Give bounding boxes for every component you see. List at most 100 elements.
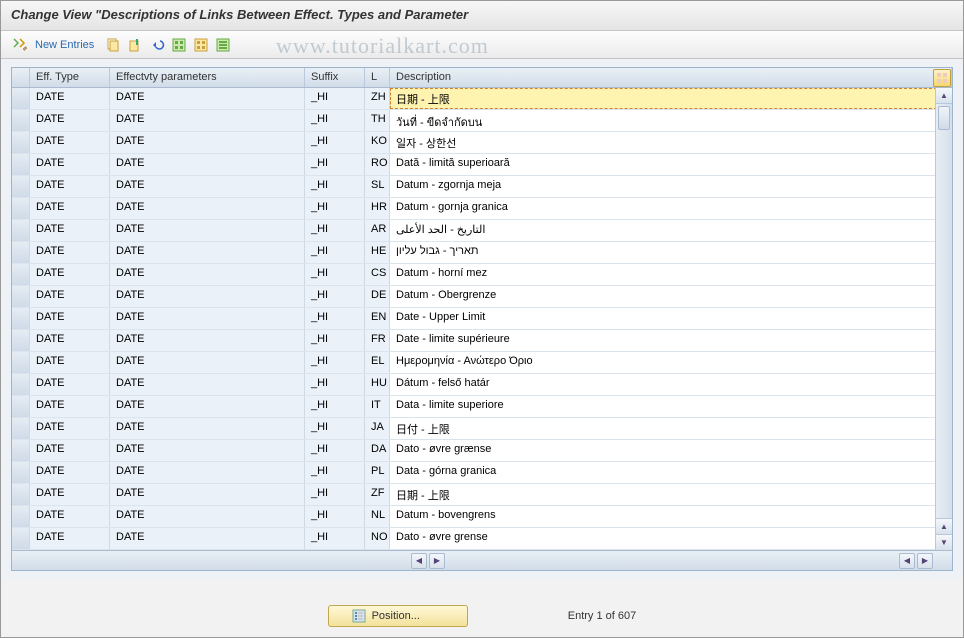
cell-description[interactable]: 日付 - 上限 [390, 418, 952, 439]
row-selector[interactable] [12, 352, 30, 373]
col-header-lang[interactable]: L [365, 68, 390, 87]
cell-suffix[interactable]: _HI [305, 220, 365, 241]
cell-eff-type[interactable]: DATE [30, 286, 110, 307]
copy-icon[interactable] [104, 36, 122, 54]
cell-eff-params[interactable]: DATE [110, 506, 305, 527]
scroll-thumb[interactable] [938, 106, 950, 130]
cell-eff-type[interactable]: DATE [30, 462, 110, 483]
cell-eff-type[interactable]: DATE [30, 352, 110, 373]
row-selector[interactable] [12, 396, 30, 417]
cell-eff-params[interactable]: DATE [110, 330, 305, 351]
cell-eff-type[interactable]: DATE [30, 220, 110, 241]
cell-description[interactable]: Datum - gornja granica [390, 198, 952, 219]
row-selector[interactable] [12, 440, 30, 461]
hscroll-first-icon[interactable]: ◀ [411, 553, 427, 569]
hscroll-prev-icon[interactable]: ▶ [429, 553, 445, 569]
cell-suffix[interactable]: _HI [305, 132, 365, 153]
cell-lang[interactable]: DA [365, 440, 390, 461]
cell-suffix[interactable]: _HI [305, 176, 365, 197]
cell-suffix[interactable]: _HI [305, 506, 365, 527]
cell-suffix[interactable]: _HI [305, 110, 365, 131]
cell-eff-type[interactable]: DATE [30, 110, 110, 131]
undo-icon[interactable] [148, 36, 166, 54]
row-selector[interactable] [12, 132, 30, 153]
cell-lang[interactable]: JA [365, 418, 390, 439]
cell-lang[interactable]: KO [365, 132, 390, 153]
row-selector[interactable] [12, 154, 30, 175]
cell-eff-params[interactable]: DATE [110, 396, 305, 417]
row-selector[interactable] [12, 198, 30, 219]
cell-eff-params[interactable]: DATE [110, 484, 305, 505]
cell-suffix[interactable]: _HI [305, 330, 365, 351]
cell-suffix[interactable]: _HI [305, 418, 365, 439]
cell-eff-type[interactable]: DATE [30, 506, 110, 527]
cell-lang[interactable]: ZH [365, 88, 390, 109]
cell-lang[interactable]: TH [365, 110, 390, 131]
row-selector[interactable] [12, 286, 30, 307]
cell-eff-type[interactable]: DATE [30, 88, 110, 109]
cell-suffix[interactable]: _HI [305, 242, 365, 263]
cell-suffix[interactable]: _HI [305, 462, 365, 483]
cell-eff-type[interactable]: DATE [30, 132, 110, 153]
cell-lang[interactable]: PL [365, 462, 390, 483]
cell-eff-params[interactable]: DATE [110, 88, 305, 109]
row-selector[interactable] [12, 264, 30, 285]
cell-eff-params[interactable]: DATE [110, 154, 305, 175]
cell-lang[interactable]: EL [365, 352, 390, 373]
col-header-eff-params[interactable]: Effectvty parameters [110, 68, 305, 87]
cell-eff-params[interactable]: DATE [110, 132, 305, 153]
row-selector[interactable] [12, 484, 30, 505]
cell-eff-type[interactable]: DATE [30, 440, 110, 461]
cell-description[interactable]: Dátum - felső határ [390, 374, 952, 395]
cell-description[interactable]: Data - limite superiore [390, 396, 952, 417]
deselect-all-icon[interactable] [192, 36, 210, 54]
col-header-suffix[interactable]: Suffix [305, 68, 365, 87]
select-all-icon[interactable] [170, 36, 188, 54]
col-header-eff-type[interactable]: Eff. Type [30, 68, 110, 87]
cell-eff-params[interactable]: DATE [110, 418, 305, 439]
cell-eff-type[interactable]: DATE [30, 242, 110, 263]
row-selector[interactable] [12, 506, 30, 527]
cell-suffix[interactable]: _HI [305, 528, 365, 549]
cell-description[interactable]: Data - górna granica [390, 462, 952, 483]
toggle-display-icon[interactable] [11, 36, 29, 54]
cell-lang[interactable]: EN [365, 308, 390, 329]
row-selector[interactable] [12, 220, 30, 241]
cell-suffix[interactable]: _HI [305, 286, 365, 307]
cell-lang[interactable]: DE [365, 286, 390, 307]
cell-eff-params[interactable]: DATE [110, 286, 305, 307]
row-selector[interactable] [12, 462, 30, 483]
cell-description[interactable]: วันที่ - ขีดจำกัดบน [390, 110, 952, 131]
cell-lang[interactable]: HU [365, 374, 390, 395]
scroll-up-icon[interactable]: ▲ [936, 88, 952, 104]
cell-description[interactable]: التاريخ - الحد الأعلى [390, 220, 952, 241]
cell-lang[interactable]: AR [365, 220, 390, 241]
cell-lang[interactable]: IT [365, 396, 390, 417]
cell-lang[interactable]: CS [365, 264, 390, 285]
row-selector[interactable] [12, 418, 30, 439]
cell-eff-type[interactable]: DATE [30, 396, 110, 417]
cell-eff-type[interactable]: DATE [30, 176, 110, 197]
cell-eff-type[interactable]: DATE [30, 330, 110, 351]
scroll-up2-icon[interactable]: ▲ [936, 518, 952, 534]
cell-lang[interactable]: NL [365, 506, 390, 527]
cell-description[interactable]: Ημερομηνία - Ανώτερο Όριο [390, 352, 952, 373]
cell-eff-type[interactable]: DATE [30, 154, 110, 175]
cell-eff-type[interactable]: DATE [30, 198, 110, 219]
cell-suffix[interactable]: _HI [305, 440, 365, 461]
row-selector[interactable] [12, 88, 30, 109]
cell-suffix[interactable]: _HI [305, 88, 365, 109]
cell-description[interactable]: Date - Upper Limit [390, 308, 952, 329]
cell-lang[interactable]: HR [365, 198, 390, 219]
print-icon[interactable] [214, 36, 232, 54]
scroll-down-icon[interactable]: ▼ [936, 534, 952, 550]
cell-eff-params[interactable]: DATE [110, 308, 305, 329]
cell-eff-params[interactable]: DATE [110, 264, 305, 285]
cell-eff-params[interactable]: DATE [110, 462, 305, 483]
cell-eff-params[interactable]: DATE [110, 220, 305, 241]
cell-eff-params[interactable]: DATE [110, 528, 305, 549]
cell-description[interactable]: Dată - limită superioară [390, 154, 952, 175]
hscroll-last-icon[interactable]: ▶ [917, 553, 933, 569]
cell-lang[interactable]: HE [365, 242, 390, 263]
new-entries-button[interactable]: New Entries [35, 39, 94, 51]
